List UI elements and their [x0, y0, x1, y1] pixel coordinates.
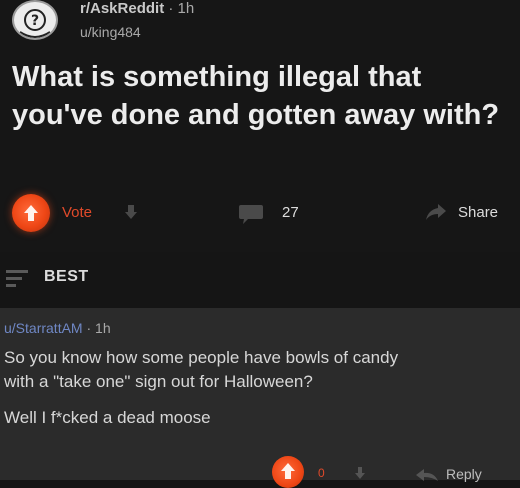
post-time: · 1h	[168, 0, 195, 17]
comment-upvote-button[interactable]	[272, 456, 304, 488]
svg-text:?: ?	[31, 13, 39, 29]
upvote-button[interactable]	[12, 194, 50, 232]
share-button[interactable]: Share	[458, 204, 498, 221]
post-username[interactable]: u/king484	[80, 24, 141, 40]
sort-row[interactable]: BEST	[0, 262, 520, 292]
comment-line: So you know how some people have bowls o…	[4, 348, 399, 367]
upvote-arrow-icon	[24, 205, 38, 221]
comment-action-bar: 0 Reply	[0, 454, 520, 488]
vote-label: Vote	[62, 204, 93, 221]
share-arrow-icon[interactable]	[424, 202, 448, 227]
post-action-bar: Vote 27 Share	[0, 194, 520, 234]
subreddit-line: r/AskReddit · 1h	[80, 0, 194, 17]
comment-vote-count: 0	[318, 466, 325, 480]
comment-author-line: u/StarrattAM · 1h	[4, 320, 111, 336]
comment-time: · 1h	[86, 320, 111, 336]
subreddit-link[interactable]: r/AskReddit	[80, 0, 164, 17]
comment-line: with a "take one" sign out for Halloween…	[4, 372, 313, 391]
comment-count[interactable]: 27	[282, 204, 299, 221]
comment-line: Well I f*cked a dead moose	[4, 408, 211, 427]
sort-label[interactable]: BEST	[44, 268, 89, 286]
comment-author-link[interactable]: u/StarrattAM	[4, 320, 83, 336]
sort-lines-icon	[6, 268, 32, 293]
upvote-arrow-icon	[281, 463, 295, 479]
comment-bubble-icon[interactable]	[238, 203, 264, 230]
post-title[interactable]: What is something illegal that you've do…	[12, 58, 502, 134]
snoo-avatar-icon[interactable]: ?	[12, 0, 58, 40]
reply-arrow-icon[interactable]	[416, 468, 438, 486]
comment-body: So you know how some people have bowls o…	[4, 346, 520, 430]
post-card: ? r/AskReddit · 1h u/king484 What is som…	[0, 0, 520, 252]
downvote-arrow-icon[interactable]	[124, 204, 138, 225]
downvote-arrow-icon[interactable]	[354, 466, 366, 485]
